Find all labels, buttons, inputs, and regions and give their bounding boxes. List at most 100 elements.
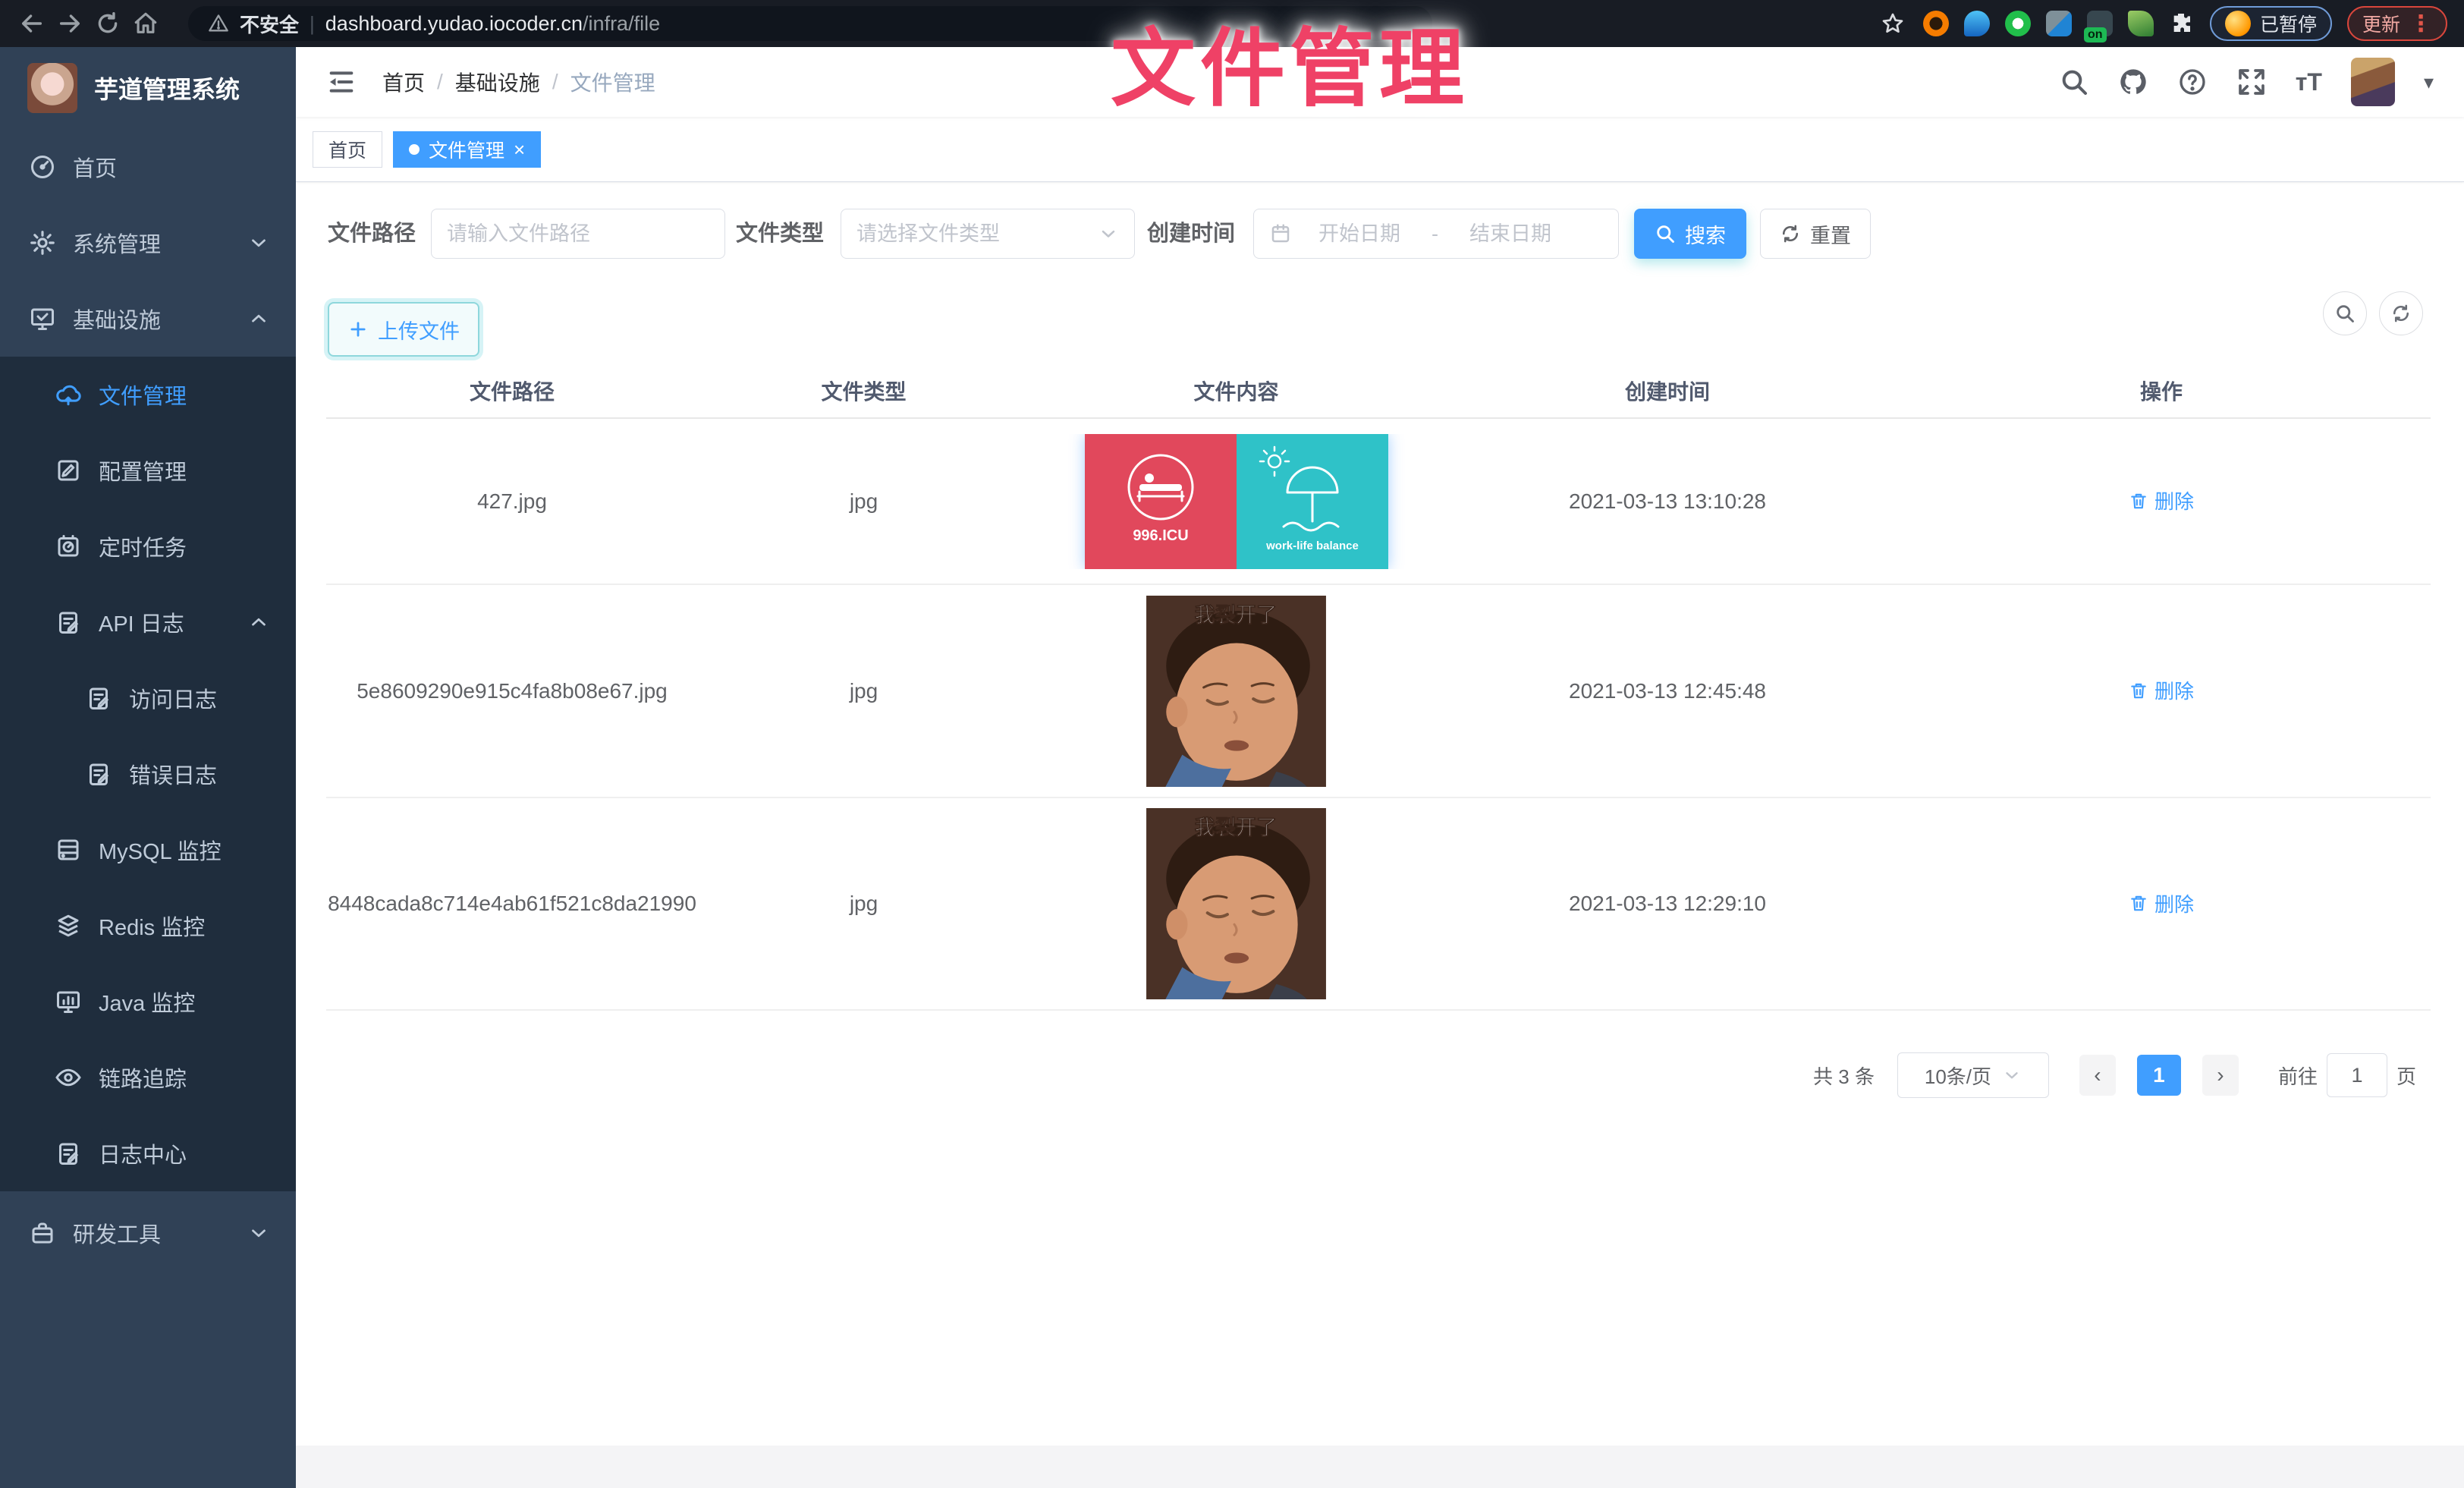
extension-icon-on-badge[interactable]: on: [2087, 11, 2113, 36]
toggle-search-button[interactable]: [2323, 291, 2367, 335]
sidebar-item-label: 基础设施: [73, 303, 161, 335]
main-content: 首页 / 基础设施 / 文件管理 тT ▾ 首页 文件管理 × 文件路径: [296, 47, 2464, 1488]
sidebar-item-home[interactable]: 首页: [0, 129, 296, 205]
edit-square-icon: [55, 457, 82, 484]
sidebar-item-trace[interactable]: 链路追踪: [0, 1040, 296, 1115]
dashboard-icon: [29, 153, 56, 181]
cell-file-content: 我裂开了: [1029, 808, 1443, 999]
browser-menu-kebab-icon[interactable]: ⋮: [2409, 11, 2432, 37]
delete-link[interactable]: 删除: [2129, 486, 2194, 514]
sidebar-item-label: 日志中心: [99, 1137, 187, 1169]
search-button-label: 搜索: [1685, 219, 1726, 249]
sidebar-item-label: 定时任务: [99, 530, 187, 562]
address-bar[interactable]: 不安全 | dashboard.yudao.iocoder.cn/infra/f…: [188, 6, 1432, 41]
sidebar-item-log-center[interactable]: 日志中心: [0, 1115, 296, 1191]
search-icon: [1655, 223, 1676, 244]
tab-file-manage[interactable]: 文件管理 ×: [393, 131, 541, 168]
breadcrumb-current: 文件管理: [570, 67, 655, 97]
sidebar-item-error-log[interactable]: 错误日志: [0, 736, 296, 812]
extension-icon-puzzle[interactable]: [2169, 11, 2195, 36]
996icu-banner-image[interactable]: 996.ICU work-life balance: [1085, 434, 1388, 569]
file-path-field[interactable]: [431, 209, 725, 259]
search-button[interactable]: 搜索: [1634, 209, 1746, 259]
collapse-sidebar-icon[interactable]: [326, 67, 357, 97]
cell-file-type: jpg: [698, 489, 1029, 514]
chart-monitor-icon: [55, 988, 82, 1015]
browser-update-pill[interactable]: 更新 ⋮: [2347, 6, 2447, 41]
sidebar-item-label: 文件管理: [99, 379, 187, 411]
search-icon: [2334, 303, 2356, 324]
sidebar-item-label: 首页: [73, 151, 117, 183]
app-title: 芋道管理系统: [94, 71, 240, 105]
sidebar-item-label: 研发工具: [73, 1217, 161, 1249]
delete-link[interactable]: 删除: [2129, 889, 2194, 917]
user-menu-caret-icon[interactable]: ▾: [2424, 71, 2434, 94]
extension-icon-orange[interactable]: [1923, 11, 1949, 36]
log-note-icon: [55, 1140, 82, 1167]
file-type-input[interactable]: [856, 222, 1087, 246]
github-icon[interactable]: [2118, 67, 2148, 97]
browser-forward-button[interactable]: [55, 8, 85, 39]
toolbox-icon: [29, 1219, 56, 1247]
extension-icon-green-leaf[interactable]: [2128, 11, 2154, 36]
sidebar-item-dev-tools[interactable]: 研发工具: [0, 1191, 296, 1275]
extension-icon-blue-grid[interactable]: [2046, 11, 2072, 36]
sidebar-item-label: Java 监控: [99, 986, 195, 1018]
database-icon: [55, 836, 82, 864]
goto-page-input[interactable]: [2327, 1053, 2387, 1097]
file-path-input[interactable]: [447, 222, 709, 246]
sidebar-item-label: Redis 监控: [99, 910, 205, 942]
sidebar-item-mysql-monitor[interactable]: MySQL 监控: [0, 812, 296, 888]
date-range-picker[interactable]: -: [1253, 209, 1619, 259]
date-end-input[interactable]: [1454, 222, 1567, 246]
reset-button[interactable]: 重置: [1760, 209, 1871, 259]
profile-paused-pill[interactable]: 已暂停: [2210, 6, 2332, 41]
col-header-content: 文件内容: [1029, 376, 1443, 406]
extension-icon-green-circle[interactable]: [2005, 11, 2031, 36]
extension-icon-blue-drop[interactable]: [1964, 11, 1990, 36]
cell-file-content: 996.ICU work-life balance: [1029, 434, 1443, 569]
tab-label: 首页: [328, 136, 366, 163]
sidebar-logo[interactable]: 芋道管理系统: [0, 47, 296, 129]
font-size-icon[interactable]: тT: [2296, 68, 2322, 96]
sidebar-item-config-manage[interactable]: 配置管理: [0, 433, 296, 508]
profile-paused-label: 已暂停: [2260, 10, 2317, 37]
bookmark-star-icon[interactable]: [1878, 8, 1908, 39]
cell-file-path: 5e8609290e915c4fa8b08e67.jpg: [326, 679, 698, 703]
next-page-button[interactable]: ›: [2202, 1055, 2239, 1096]
upload-file-button[interactable]: 上传文件: [328, 302, 479, 357]
breadcrumb-home[interactable]: 首页: [382, 67, 425, 97]
page-number-current[interactable]: 1: [2137, 1055, 2181, 1096]
upload-button-label: 上传文件: [378, 315, 460, 344]
sidebar-item-java-monitor[interactable]: Java 监控: [0, 964, 296, 1040]
breadcrumb-section[interactable]: 基础设施: [455, 67, 540, 97]
prev-page-button[interactable]: ‹: [2079, 1055, 2116, 1096]
sidebar-item-cron-job[interactable]: 定时任务: [0, 508, 296, 584]
sidebar-item-redis-monitor[interactable]: Redis 监控: [0, 888, 296, 964]
help-icon[interactable]: [2177, 67, 2208, 97]
tab-home[interactable]: 首页: [313, 131, 382, 168]
tab-close-icon[interactable]: ×: [514, 140, 525, 159]
fullscreen-icon[interactable]: [2236, 67, 2267, 97]
browser-reload-button[interactable]: [93, 8, 123, 39]
sidebar-item-infra[interactable]: 基础设施: [0, 281, 296, 357]
cell-actions: 删除: [1892, 676, 2431, 706]
header-search-icon[interactable]: [2059, 67, 2089, 97]
date-start-input[interactable]: [1303, 222, 1416, 246]
page-size-select[interactable]: 10条/页: [1897, 1052, 2049, 1098]
file-type-select[interactable]: [841, 209, 1135, 259]
delete-link[interactable]: 删除: [2129, 676, 2194, 704]
banner-left-text: 996.ICU: [1133, 527, 1188, 544]
browser-back-button[interactable]: [17, 8, 47, 39]
sidebar-item-access-log[interactable]: 访问日志: [0, 660, 296, 736]
baby-meme-image[interactable]: 我裂开了: [1146, 808, 1326, 999]
refresh-table-button[interactable]: [2379, 291, 2423, 335]
sidebar-item-system[interactable]: 系统管理: [0, 205, 296, 281]
sidebar-item-file-manage[interactable]: 文件管理: [0, 357, 296, 433]
table-row: 8448cada8c714e4ab61f521c8da21990 jpg 我裂开…: [326, 798, 2431, 1011]
baby-meme-image[interactable]: 我裂开了: [1146, 596, 1326, 787]
sidebar-item-api-log[interactable]: API 日志: [0, 584, 296, 660]
sidebar-item-label: MySQL 监控: [99, 834, 222, 866]
user-avatar[interactable]: [2351, 58, 2395, 106]
browser-home-button[interactable]: [130, 8, 161, 39]
